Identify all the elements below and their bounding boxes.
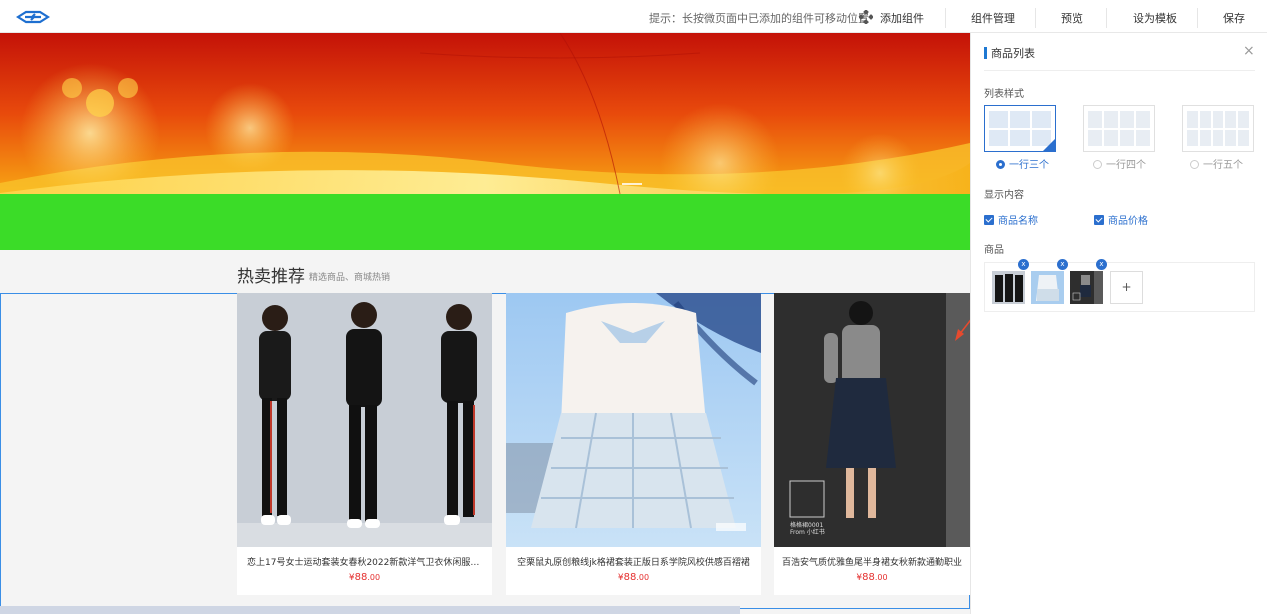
- product-image: [237, 293, 492, 547]
- product3-overlay-line2: From 小红书: [790, 528, 825, 536]
- toolbar-divider: [945, 8, 946, 28]
- product-image: 格格裙0001 From 小红书: [774, 293, 970, 547]
- product3-overlay-line1: 格格裙0001: [790, 521, 823, 529]
- goods-thumbnail[interactable]: [1031, 271, 1064, 304]
- green-divider-block: [0, 194, 970, 250]
- product-card[interactable]: 格格裙0001 From 小红书 百浩安气质优雅鱼尾半身裙女秋新款通勤职业高腰 …: [774, 293, 970, 595]
- radio-4-per-row[interactable]: 一行四个: [1093, 156, 1146, 171]
- remove-goods-icon[interactable]: x: [1057, 259, 1068, 270]
- logo-icon[interactable]: [16, 9, 50, 25]
- settings-panel: 商品列表 × 列表样式 一行三个 一行四个 一行五个 显示内容 商品名称 商品价…: [970, 33, 1267, 614]
- goods-thumbnail[interactable]: [992, 271, 1025, 304]
- preview-button[interactable]: 预览: [1061, 10, 1083, 26]
- radio-5-per-row[interactable]: 一行五个: [1190, 156, 1243, 171]
- goods-thumbnail[interactable]: [1070, 271, 1103, 304]
- section-subtitle: 精选商品、商城热销: [309, 273, 391, 283]
- set-template-button[interactable]: 设为模板: [1133, 10, 1177, 26]
- banner-image[interactable]: [0, 33, 970, 194]
- show-name-checkbox[interactable]: 商品名称: [984, 212, 1038, 227]
- product-image: [506, 293, 761, 547]
- title-accent-bar: [984, 47, 987, 59]
- panel-title: 商品列表: [991, 47, 1035, 60]
- hint-text: 提示：长按微页面中已添加的组件可移动位置: [649, 12, 869, 25]
- product-price: ¥88.00: [348, 572, 381, 583]
- product-name: 百浩安气质优雅鱼尾半身裙女秋新款通勤职业高腰: [782, 558, 962, 568]
- display-content-label: 显示内容: [984, 190, 1024, 201]
- show-price-checkbox[interactable]: 商品价格: [1094, 212, 1148, 227]
- product-card[interactable]: 空栗鼠丸原创粮线jk格裙套装正版日系学院风校供感百褶裙 ¥88.00: [506, 293, 761, 595]
- panel-divider: [984, 70, 1255, 71]
- toolbar-divider: [1106, 8, 1107, 28]
- list-style-label: 列表样式: [984, 89, 1024, 100]
- product-price: ¥88.00: [617, 572, 650, 583]
- close-icon[interactable]: ×: [1243, 43, 1255, 59]
- top-toolbar: 提示：长按微页面中已添加的组件可移动位置 添加组件 组件管理 预览 设为模板 保…: [0, 0, 1267, 33]
- product-name: 恋上17号女士运动套装女春秋2022新款洋气卫衣休闲服秋...: [247, 558, 482, 568]
- goods-label: 商品: [984, 245, 1004, 256]
- product-card[interactable]: 恋上17号女士运动套装女春秋2022新款洋气卫衣休闲服秋... ¥88.00: [237, 293, 492, 595]
- radio-3-per-row[interactable]: 一行三个: [996, 156, 1049, 171]
- scroll-strip: [0, 606, 740, 614]
- product-name: 空栗鼠丸原创粮线jk格裙套装正版日系学院风校供感百褶裙: [517, 558, 750, 568]
- save-button[interactable]: 保存: [1223, 10, 1245, 26]
- toolbar-divider: [1197, 8, 1198, 28]
- style-option-3-per-row[interactable]: [984, 105, 1056, 152]
- component-manage-button[interactable]: 组件管理: [971, 10, 1015, 26]
- section-title: 热卖推荐: [237, 267, 305, 287]
- add-component-icon[interactable]: [859, 10, 873, 24]
- selected-corner-mark: [1043, 139, 1055, 151]
- add-component-button[interactable]: 添加组件: [880, 10, 924, 26]
- remove-goods-icon[interactable]: x: [1096, 259, 1107, 270]
- style-option-4-per-row[interactable]: [1083, 105, 1155, 152]
- add-goods-button[interactable]: +: [1110, 271, 1143, 304]
- goods-selector: x x x +: [984, 259, 1255, 312]
- style-option-5-per-row[interactable]: [1182, 105, 1254, 152]
- remove-goods-icon[interactable]: x: [1018, 259, 1029, 270]
- toolbar-divider: [1035, 8, 1036, 28]
- product-price: ¥88.00: [856, 572, 888, 583]
